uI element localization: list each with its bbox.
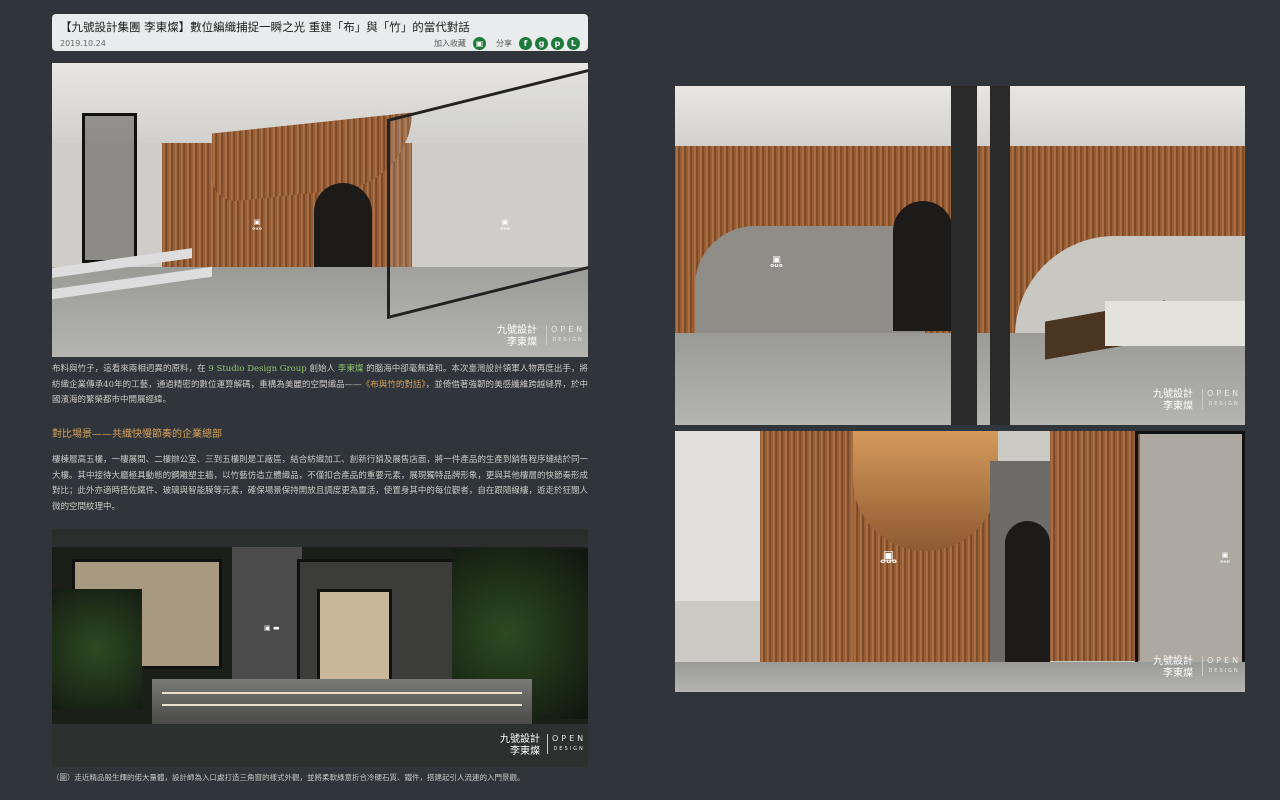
watermark-open: OPEN DESIGN (546, 325, 585, 345)
exterior-photo: ▣ ▬ 九號設計 李東燦 OPEN DESIGN (52, 529, 588, 767)
brand-logo-icon: ▣ ᵒᵘᵒ (252, 218, 263, 234)
corner-photo: ▣ ᵒᵘᵒ ▣ ᵒᵘᵒ 九號設計 李東燦 OPEN DESIGN (675, 431, 1245, 692)
article-date: 2019.10.24 (60, 38, 106, 48)
brand-logo-icon: ▣ ᵒᵘᵒ (880, 548, 898, 570)
pinterest-icon[interactable]: p (551, 36, 564, 50)
watermark-brand: 九號設計 李東燦 (1153, 656, 1193, 679)
article-header: 【九號設計集團 李東燦】數位編織捕捉一瞬之光 重建「布」與「竹」的當代對話 20… (52, 14, 588, 51)
watermark-brand: 九號設計 李東燦 (1153, 389, 1193, 412)
watermark-brand: 九號設計 李東燦 (497, 325, 537, 348)
brand-logo-icon: ▣ ▬ (264, 624, 280, 632)
favorite-label[interactable]: 加入收藏 (434, 38, 466, 49)
work-title: 《布與竹的對話》 (361, 379, 426, 390)
watermark-brand: 九號設計 李東燦 (500, 734, 540, 757)
brand-logo-icon: ▣ ᵒᵘᵒ (500, 218, 511, 234)
intro-paragraph: 布料與竹子，這看來兩相迥異的原料，在 9 Studio Design Group… (52, 364, 588, 405)
watermark-open: OPEN DESIGN (1202, 656, 1241, 676)
watermark-open: OPEN DESIGN (547, 734, 586, 754)
designer-name: 李東燦 (337, 364, 364, 374)
lobby-photo: ▣ ᵒᵘᵒ ▣ ᵒᵘᵒ 九號設計 李東燦 OPEN DESIGN (52, 63, 588, 357)
wall-photo-wide: ▣ ᵒᵘᵒ 九號設計 李東燦 OPEN DESIGN (675, 86, 1245, 425)
studio-name: 9 Studio Design Group (208, 364, 307, 374)
watermark-open: OPEN DESIGN (1202, 389, 1241, 409)
share-label: 分享 (496, 38, 512, 48)
facebook-icon[interactable]: f (519, 36, 532, 50)
article-meta: 2019.10.24 加入收藏 ▣ 分享 f g p L (60, 36, 580, 50)
line-icon[interactable]: L (567, 36, 580, 50)
brand-logo-icon: ▣ ᵒᵘᵒ (770, 255, 783, 273)
googleplus-icon[interactable]: g (535, 36, 548, 50)
body-paragraph: 樓棟層高五樓，一樓展間、二樓辦公室、三到五樓則是工廠區，結合紡織加工、創新行銷及… (52, 455, 588, 512)
section-heading: 對比場景——共織快慢節奏的企業總部 (52, 429, 222, 440)
bookmark-icon[interactable]: ▣ (473, 36, 486, 50)
brand-logo-icon: ▣ ᵒᵘᵒ (1220, 551, 1231, 567)
photo-caption: （圖）走近精品般生輝的偌大量體，設計師為入口處打造三角窗的樣式外觀，並將柔軟綠意… (52, 773, 525, 782)
article-title: 【九號設計集團 李東燦】數位編織捕捉一瞬之光 重建「布」與「竹」的當代對話 (60, 20, 470, 34)
